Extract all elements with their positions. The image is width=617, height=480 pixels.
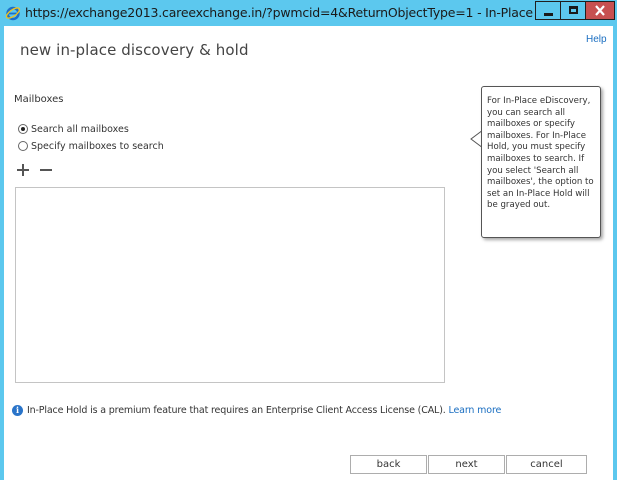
search-all-mailboxes-radio[interactable]: [18, 124, 28, 134]
page-title: new in-place discovery & hold: [20, 41, 249, 59]
learn-more-link[interactable]: Learn more: [449, 405, 502, 416]
search-all-mailboxes-label: Search all mailboxes: [31, 123, 129, 135]
cal-info-message: In-Place Hold is a premium feature that …: [27, 405, 501, 416]
cal-info-text: In-Place Hold is a premium feature that …: [27, 405, 446, 416]
minus-icon[interactable]: [38, 162, 54, 178]
next-button[interactable]: next: [428, 455, 505, 474]
internet-explorer-icon: [5, 6, 21, 21]
title-bar: https://exchange2013.careexchange.in/?pw…: [0, 0, 617, 26]
plus-icon[interactable]: [15, 162, 31, 178]
window-title: https://exchange2013.careexchange.in/?pw…: [25, 5, 533, 20]
maximize-button[interactable]: [560, 1, 586, 20]
specify-mailboxes-label: Specify mailboxes to search: [31, 140, 164, 152]
back-button[interactable]: back: [350, 455, 427, 474]
close-button[interactable]: [585, 1, 615, 20]
search-all-mailboxes-option[interactable]: Search all mailboxes: [18, 122, 129, 136]
specify-mailboxes-option[interactable]: Specify mailboxes to search: [18, 139, 164, 153]
close-icon: [595, 5, 605, 16]
mailbox-list[interactable]: [15, 187, 445, 383]
dialog-window: new in-place discovery & hold Help Mailb…: [4, 26, 613, 480]
specify-mailboxes-radio[interactable]: [18, 141, 28, 151]
minimize-icon: [544, 13, 553, 16]
info-icon: i: [12, 405, 23, 416]
help-link[interactable]: Help: [586, 34, 607, 45]
minimize-button[interactable]: [535, 1, 561, 20]
cancel-button[interactable]: cancel: [506, 455, 587, 474]
mailboxes-label: Mailboxes: [14, 94, 64, 105]
maximize-icon: [569, 6, 578, 14]
help-callout: For In-Place eDiscovery, you can search …: [481, 86, 601, 238]
